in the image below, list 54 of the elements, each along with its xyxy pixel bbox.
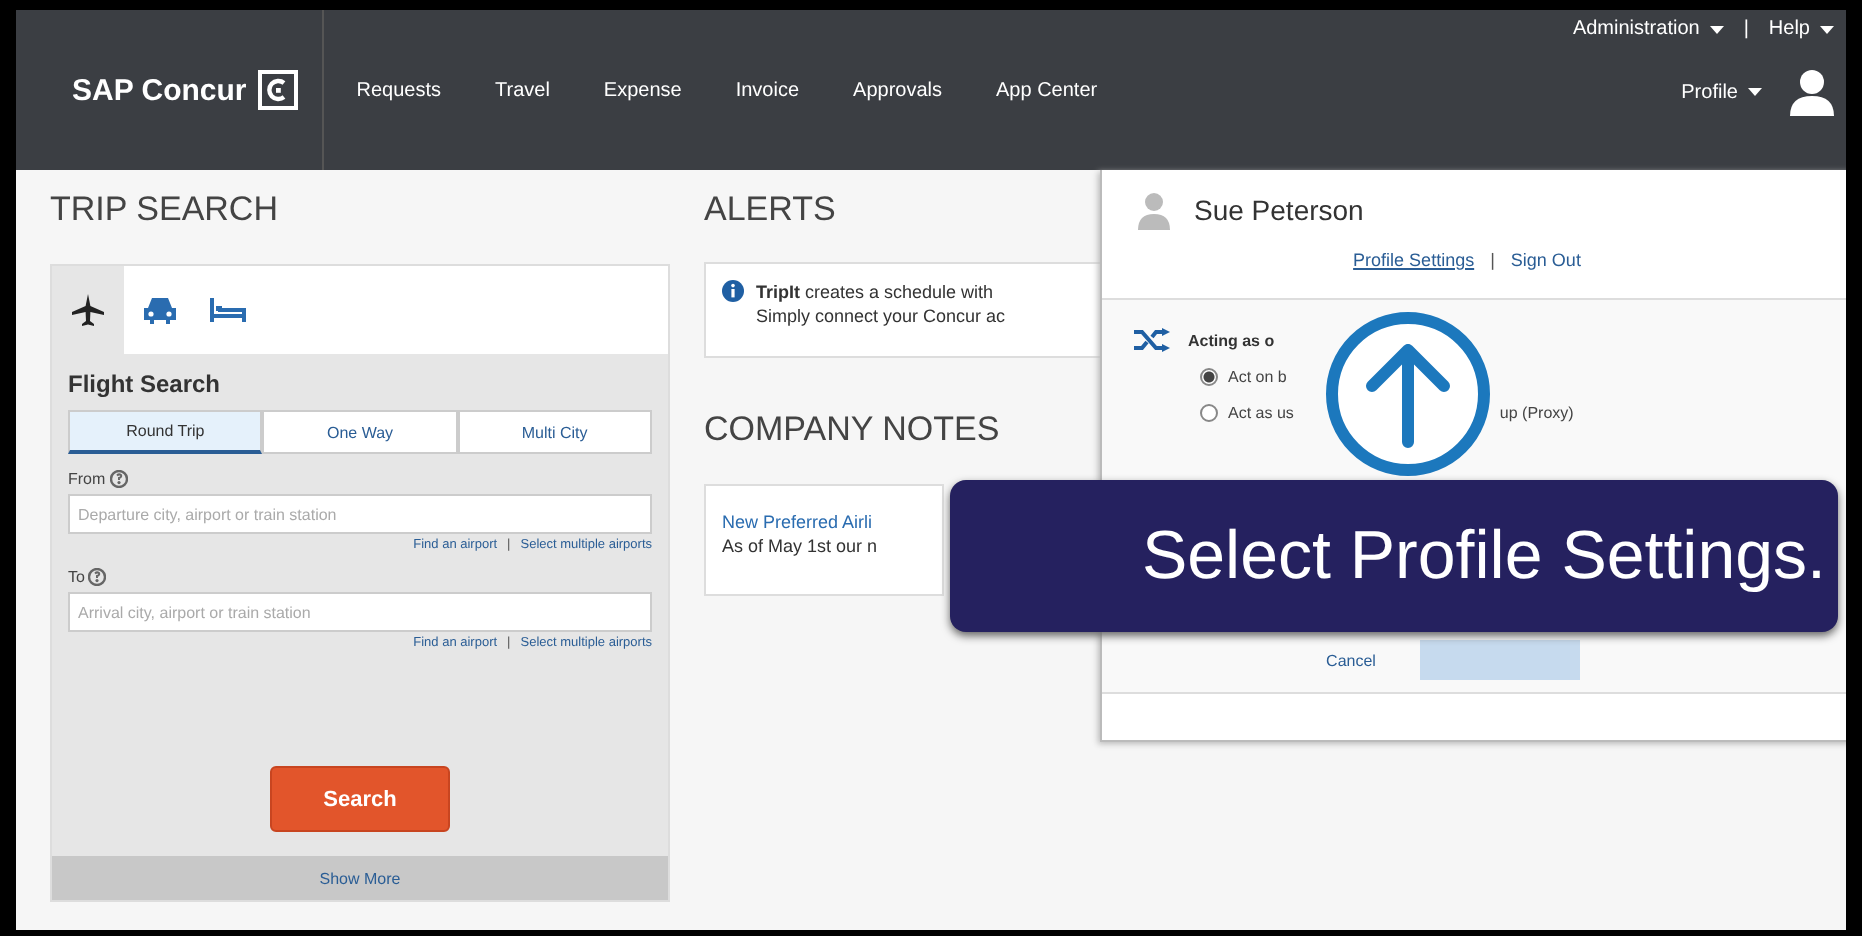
car-icon: [142, 296, 178, 324]
separator: |: [1490, 250, 1495, 270]
alert-text: TripIt creates a schedule with: [756, 280, 996, 304]
note-text: As of May 1st our n: [722, 534, 880, 558]
separator: |: [1743, 18, 1749, 40]
field-label: To: [68, 568, 85, 586]
show-more-button[interactable]: Show More: [52, 856, 668, 900]
alert-text: Simply connect your Concur ac: [756, 304, 1006, 328]
caret-icon: [1709, 25, 1724, 33]
nav-menu-item[interactable]: Approvals: [853, 79, 942, 101]
profile-menu-link[interactable]: Profile: [1681, 81, 1762, 103]
search-button[interactable]: Search: [270, 766, 450, 832]
cancel-link[interactable]: Cancel: [1326, 651, 1376, 669]
radio-label: up (Proxy): [1499, 403, 1574, 421]
help-icon[interactable]: [109, 470, 128, 488]
logo-text[interactable]: SAP Concur: [72, 73, 247, 107]
radio-label: Act as us: [1228, 403, 1294, 421]
form-heading: Flight Search: [68, 370, 223, 398]
user-icon[interactable]: [1790, 68, 1834, 116]
nav-menu-item[interactable]: App Center: [996, 79, 1098, 101]
radio-label: Act on b: [1228, 367, 1287, 385]
nav-menu-item[interactable]: Travel: [495, 79, 550, 101]
section-title: COMPANY NOTES: [704, 410, 1002, 452]
section-title: TRIP SEARCH: [50, 190, 280, 232]
caret-icon: [1820, 25, 1834, 33]
radio-button[interactable]: [1200, 403, 1218, 421]
profile-settings-link[interactable]: Profile Settings: [1353, 250, 1475, 270]
airplane-icon: [70, 292, 106, 328]
nav-menu-item[interactable]: Requests: [356, 79, 441, 101]
user-icon: [1138, 190, 1170, 230]
sign-out-link[interactable]: Sign Out: [1510, 250, 1581, 270]
nav-menu-item[interactable]: Invoice: [735, 79, 800, 101]
plane-tab[interactable]: [52, 266, 124, 354]
callout-text: Select Profile Settings.: [1141, 517, 1826, 595]
section-title: ALERTS: [704, 190, 838, 232]
shuffle-icon: [1134, 328, 1170, 352]
utility-menu-link[interactable]: Help: [1768, 18, 1834, 40]
input-field[interactable]: Arrival city, airport or train station: [68, 592, 652, 632]
user-name: Sue Peterson: [1194, 194, 1364, 226]
info-icon: [722, 280, 744, 302]
trip-type-tab[interactable]: Round Trip: [68, 410, 263, 454]
trip-type-tab[interactable]: Multi City: [457, 410, 652, 454]
radio-button[interactable]: [1200, 367, 1218, 385]
trip-type-tab[interactable]: One Way: [262, 410, 458, 454]
field-label: From: [68, 470, 106, 488]
help-icon[interactable]: [88, 568, 107, 586]
note-link[interactable]: New Preferred Airli: [722, 510, 926, 534]
bed-icon: [210, 296, 246, 324]
nav-menu-item[interactable]: Expense: [603, 79, 682, 101]
utility-menu-link[interactable]: Administration: [1572, 18, 1724, 40]
section-heading: Acting as o: [1188, 331, 1275, 349]
input-field[interactable]: Departure city, airport or train station: [68, 494, 652, 534]
caret-icon: [1748, 88, 1762, 96]
logo-icon: [258, 70, 299, 110]
